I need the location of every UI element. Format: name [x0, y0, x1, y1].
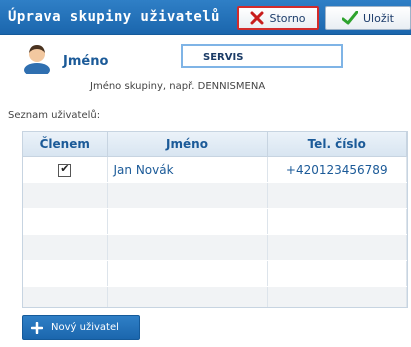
cancel-button-label: Storno: [269, 11, 306, 25]
column-header-name[interactable]: Jméno: [107, 132, 268, 157]
table-row-empty: [23, 286, 407, 307]
table-row-empty: [23, 234, 407, 261]
new-user-button-label: Nový uživatel: [51, 322, 119, 333]
close-x-icon: [250, 11, 264, 25]
table-row-empty: [23, 182, 407, 209]
user-name-cell: Jan Novák: [107, 156, 268, 183]
group-name-input[interactable]: [181, 44, 343, 68]
member-checkbox[interactable]: [58, 162, 72, 177]
new-user-button[interactable]: Nový uživatel: [22, 315, 140, 340]
save-button-label: Uložit: [363, 11, 394, 25]
table-row[interactable]: Jan Novák +420123456789: [23, 156, 407, 183]
plus-icon: [31, 321, 43, 334]
dialog-title: Úprava skupiny uživatelů: [8, 9, 220, 25]
checkmark-icon: [342, 11, 358, 25]
name-label: Jméno: [63, 54, 109, 69]
save-button[interactable]: Uložit: [325, 6, 411, 30]
user-phone-cell: +420123456789: [267, 156, 407, 183]
cancel-button[interactable]: Storno: [237, 6, 319, 30]
table-row-empty: [23, 260, 407, 287]
user-avatar-icon: [22, 42, 52, 78]
name-hint: Jméno skupiny, např. DENNISMENA: [90, 81, 266, 92]
table-row-empty: [23, 208, 407, 235]
users-table: Členem Jméno Tel. číslo Jan Novák +42012…: [22, 131, 408, 308]
column-header-phone[interactable]: Tel. číslo: [267, 132, 407, 157]
dialog-titlebar: Úprava skupiny uživatelů Storno Uložit: [0, 0, 411, 35]
column-header-member[interactable]: Členem: [23, 132, 108, 157]
users-list-label: Seznam uživatelů:: [8, 110, 101, 121]
